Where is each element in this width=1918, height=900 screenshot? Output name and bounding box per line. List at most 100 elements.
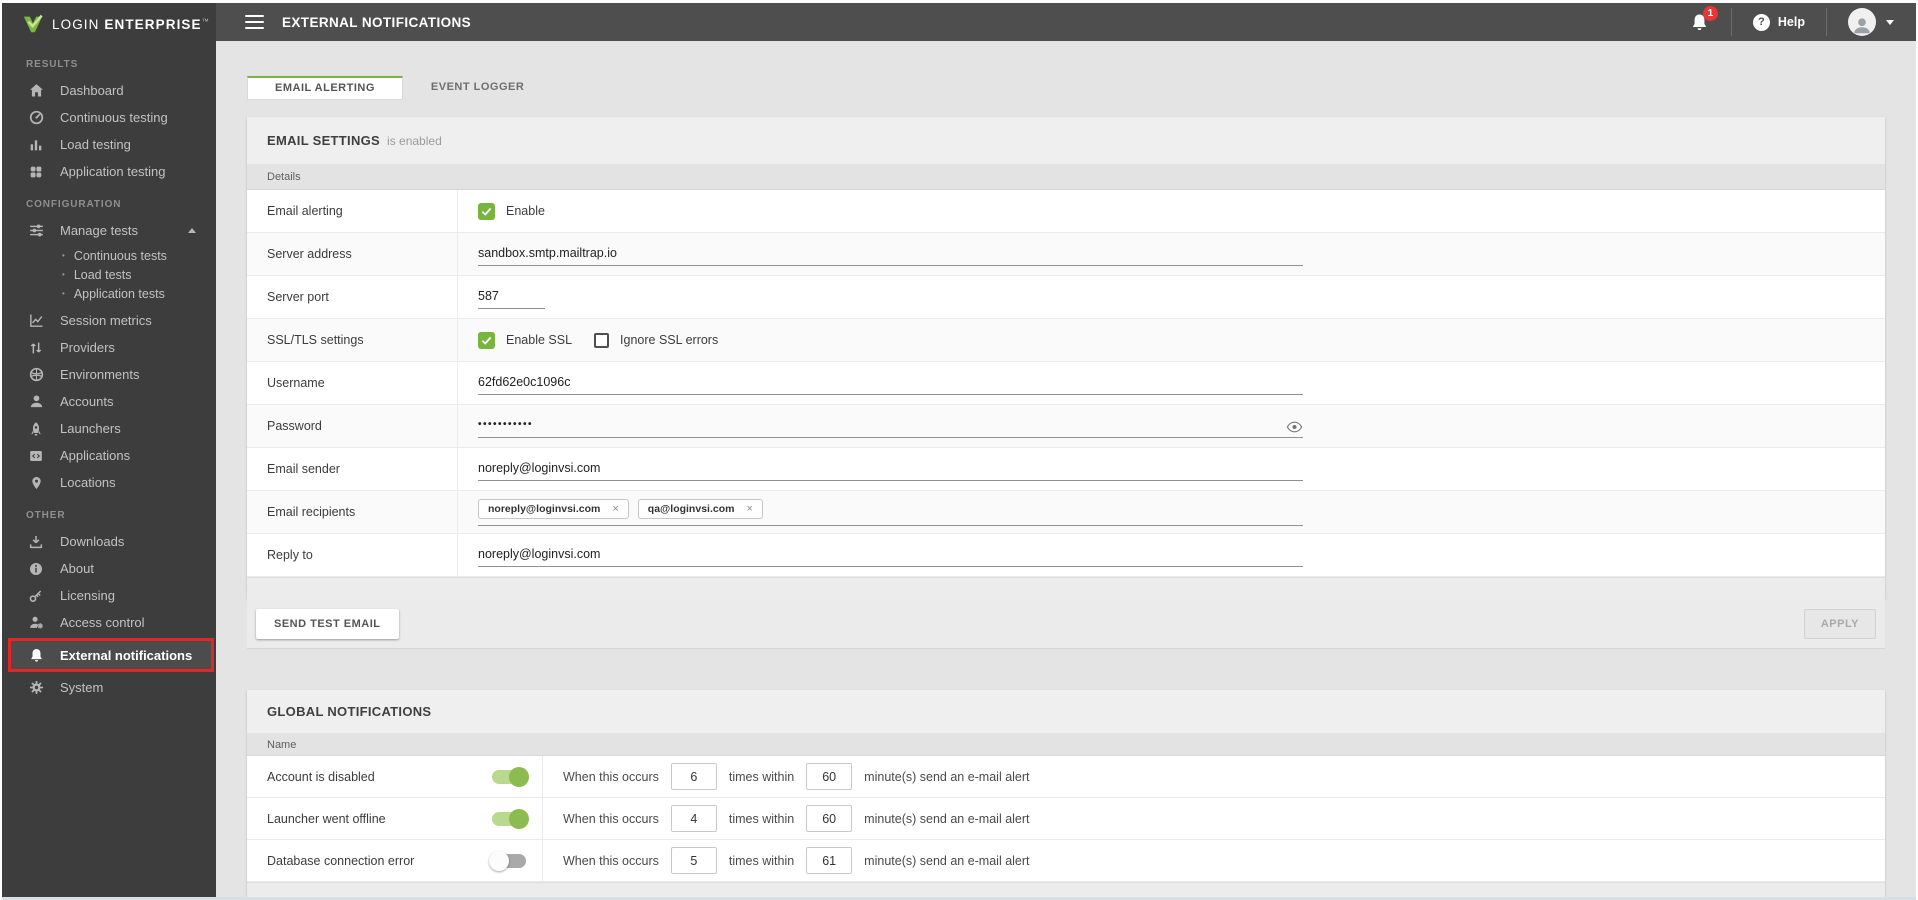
email-settings-title: EMAIL SETTINGS [267, 133, 381, 148]
user-menu-button[interactable] [1848, 8, 1894, 36]
sidebar-subitem-load-tests[interactable]: Load tests [2, 265, 216, 284]
bell-icon [26, 646, 46, 664]
recipient-chip[interactable]: qa@loginvsi.com × [637, 498, 763, 519]
within-minutes-input[interactable] [806, 763, 853, 790]
sidebar-item-access-control[interactable]: Access control [2, 609, 216, 636]
key-icon [26, 587, 46, 605]
line-chart-icon [26, 312, 46, 330]
gear-icon [26, 679, 46, 697]
row-server-address: Server address [247, 233, 1885, 276]
row-email-alerting: Email alerting Enable [247, 190, 1885, 233]
server-port-input[interactable] [478, 285, 545, 309]
collapse-icon[interactable] [188, 228, 196, 233]
within-minutes-input[interactable] [806, 847, 853, 874]
sliders-icon [26, 222, 46, 240]
brand-logo[interactable]: LOGIN ENTERPRISE™ [2, 3, 216, 45]
app-grid-icon [26, 163, 46, 181]
remove-recipient-icon[interactable]: × [746, 503, 752, 515]
row-ssl-settings: SSL/TLS settings Enable SSL Ignore SSL e… [247, 319, 1885, 362]
row-server-port: Server port [247, 276, 1885, 319]
code-icon [26, 447, 46, 465]
topbar-divider [1730, 8, 1732, 36]
enable-checkbox[interactable] [478, 202, 495, 220]
tab-bar: EMAIL ALERTING EVENT LOGGER [247, 76, 1885, 100]
sidebar-item-downloads[interactable]: Downloads [2, 528, 216, 555]
occurs-count-input[interactable] [670, 763, 717, 790]
within-minutes-input[interactable] [806, 805, 853, 832]
occurs-count-input[interactable] [670, 805, 717, 832]
sidebar-item-accounts[interactable]: Accounts [2, 388, 216, 415]
row-username: Username [247, 362, 1885, 405]
database-error-toggle[interactable] [489, 850, 526, 871]
global-notifications-title: GLOBAL NOTIFICATIONS [267, 704, 432, 719]
topbar: EXTERNAL NOTIFICATIONS 1 ? Help [216, 3, 1916, 41]
manage-tests-subgroup: Continuous tests Load tests Application … [2, 246, 216, 303]
occurs-count-input[interactable] [670, 847, 717, 874]
sidebar-item-launchers[interactable]: Launchers [2, 415, 216, 442]
sidebar-item-session-metrics[interactable]: Session metrics [2, 307, 216, 334]
question-icon: ? [1752, 13, 1770, 31]
sidebar-subitem-continuous-tests[interactable]: Continuous tests [2, 246, 216, 265]
email-settings-status: is enabled [387, 133, 442, 148]
action-bar: SEND TEST EMAIL APPLY [247, 599, 1885, 649]
sidebar-item-about[interactable]: About [2, 555, 216, 582]
sidebar-item-external-notifications[interactable]: External notifications [8, 638, 214, 672]
enable-ssl-checkbox[interactable] [478, 331, 495, 349]
page-title: EXTERNAL NOTIFICATIONS [282, 14, 472, 30]
table-footer [247, 882, 1885, 897]
rocket-icon [26, 420, 46, 438]
sidebar-item-load-testing[interactable]: Load testing [2, 131, 216, 158]
gauge-icon [26, 109, 46, 127]
notification-row-launcher-offline: Launcher went offline When this occurs t… [247, 798, 1885, 840]
ignore-ssl-errors-checkbox[interactable] [594, 332, 610, 348]
password-input[interactable] [478, 414, 1303, 438]
swap-icon [26, 339, 46, 357]
page: LOGIN ENTERPRISE™ RESULTS Dashboard Cont… [0, 0, 1918, 900]
menu-icon[interactable] [245, 14, 264, 30]
tab-email-alerting[interactable]: EMAIL ALERTING [247, 76, 403, 100]
topbar-divider [1826, 8, 1827, 36]
account-disabled-toggle[interactable] [492, 766, 529, 787]
reply-to-input[interactable] [478, 543, 1303, 567]
person-gear-icon [26, 614, 46, 632]
details-column-header: Details [247, 165, 1885, 190]
sidebar-item-applications[interactable]: Applications [2, 442, 216, 469]
sidebar-item-system[interactable]: System [2, 674, 216, 701]
notification-row-account-disabled: Account is disabled When this occurs tim… [247, 756, 1885, 798]
download-icon [26, 533, 46, 551]
sidebar-subitem-application-tests[interactable]: Application tests [2, 284, 216, 303]
avatar [1848, 8, 1876, 36]
launcher-offline-toggle[interactable] [492, 808, 529, 829]
sidebar-item-environments[interactable]: Environments [2, 361, 216, 388]
email-settings-header: EMAIL SETTINGS is enabled [247, 117, 1885, 165]
bar-chart-icon [26, 136, 46, 154]
home-icon [26, 82, 46, 100]
sidebar-item-locations[interactable]: Locations [2, 469, 216, 496]
row-password: Password [247, 405, 1885, 448]
sidebar-item-dashboard[interactable]: Dashboard [2, 77, 216, 104]
apply-button[interactable]: APPLY [1803, 608, 1876, 639]
email-sender-input[interactable] [478, 457, 1303, 481]
sidebar-item-manage-tests[interactable]: Manage tests [2, 217, 216, 244]
brand-text: LOGIN ENTERPRISE™ [52, 16, 210, 32]
main-area: EXTERNAL NOTIFICATIONS 1 ? Help EMAIL AL… [216, 3, 1916, 897]
sidebar-item-continuous-testing[interactable]: Continuous testing [2, 104, 216, 131]
sidebar-item-licensing[interactable]: Licensing [2, 582, 216, 609]
sidebar: LOGIN ENTERPRISE™ RESULTS Dashboard Cont… [2, 3, 216, 897]
tab-event-logger[interactable]: EVENT LOGGER [403, 76, 552, 100]
send-test-email-button[interactable]: SEND TEST EMAIL [256, 608, 399, 639]
row-email-recipients: Email recipients noreply@loginvsi.com × … [247, 491, 1885, 534]
server-address-input[interactable] [478, 242, 1303, 266]
sidebar-item-application-testing[interactable]: Application testing [2, 158, 216, 185]
show-password-eye-icon[interactable] [1286, 420, 1303, 434]
recipients-input[interactable]: noreply@loginvsi.com × qa@loginvsi.com × [478, 498, 1303, 526]
sidebar-item-providers[interactable]: Providers [2, 334, 216, 361]
remove-recipient-icon[interactable]: × [612, 503, 618, 515]
recipient-chip[interactable]: noreply@loginvsi.com × [478, 498, 629, 519]
username-input[interactable] [478, 371, 1303, 395]
help-button[interactable]: ? Help [1752, 13, 1805, 31]
notifications-bell-button[interactable]: 1 [1689, 5, 1718, 33]
sidebar-section-other: OTHER [26, 510, 66, 521]
row-reply-to: Reply to [247, 534, 1885, 577]
info-icon [26, 560, 46, 578]
